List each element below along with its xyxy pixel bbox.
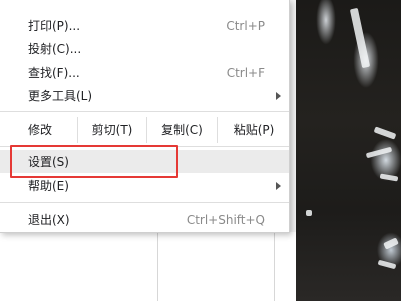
menu-item-label: 查找(F)... (28, 66, 80, 80)
settings-highlight-box (10, 145, 178, 178)
menu-item-label: 帮助(E) (28, 179, 69, 193)
browser-main-menu: 打印(P)... Ctrl+P 投射(C)... 查找(F)... Ctrl+F… (0, 0, 290, 233)
background-photo (296, 0, 401, 301)
submenu-arrow-icon (276, 181, 281, 190)
menu-item-more-tools[interactable]: 更多工具(L) (0, 84, 289, 107)
menu-item-find[interactable]: 查找(F)... Ctrl+F (0, 61, 289, 84)
grid-line (274, 232, 275, 301)
grid-line (157, 232, 158, 301)
menu-item-label: 更多工具(L) (28, 89, 93, 103)
submenu-arrow-icon (276, 91, 281, 100)
menu-item-label: 退出(X) (28, 213, 70, 227)
menu-item-print[interactable]: 打印(P)... Ctrl+P (0, 14, 289, 37)
menu-item-cast[interactable]: 投射(C)... (0, 37, 289, 60)
menu-item-shortcut: Ctrl+Shift+Q (186, 212, 265, 227)
menu-separator (0, 111, 289, 112)
menu-separator (0, 202, 289, 203)
edit-row: 修改 剪切(T) 复制(C) 粘贴(P) (0, 117, 289, 143)
menu-item-shortcut: Ctrl+F (226, 65, 265, 80)
menu-item-shortcut: Ctrl+P (226, 18, 265, 33)
edit-label: 修改 (28, 123, 53, 137)
menu-item-label: 投射(C)... (28, 42, 82, 56)
menu-item-exit[interactable]: 退出(X) Ctrl+Shift+Q (0, 208, 289, 231)
page-grid-area (0, 232, 296, 301)
copy-button[interactable]: 复制(C) (146, 117, 217, 143)
cut-button[interactable]: 剪切(T) (77, 117, 146, 143)
menu-item-label: 打印(P)... (28, 19, 81, 33)
paste-button[interactable]: 粘贴(P) (217, 117, 290, 143)
